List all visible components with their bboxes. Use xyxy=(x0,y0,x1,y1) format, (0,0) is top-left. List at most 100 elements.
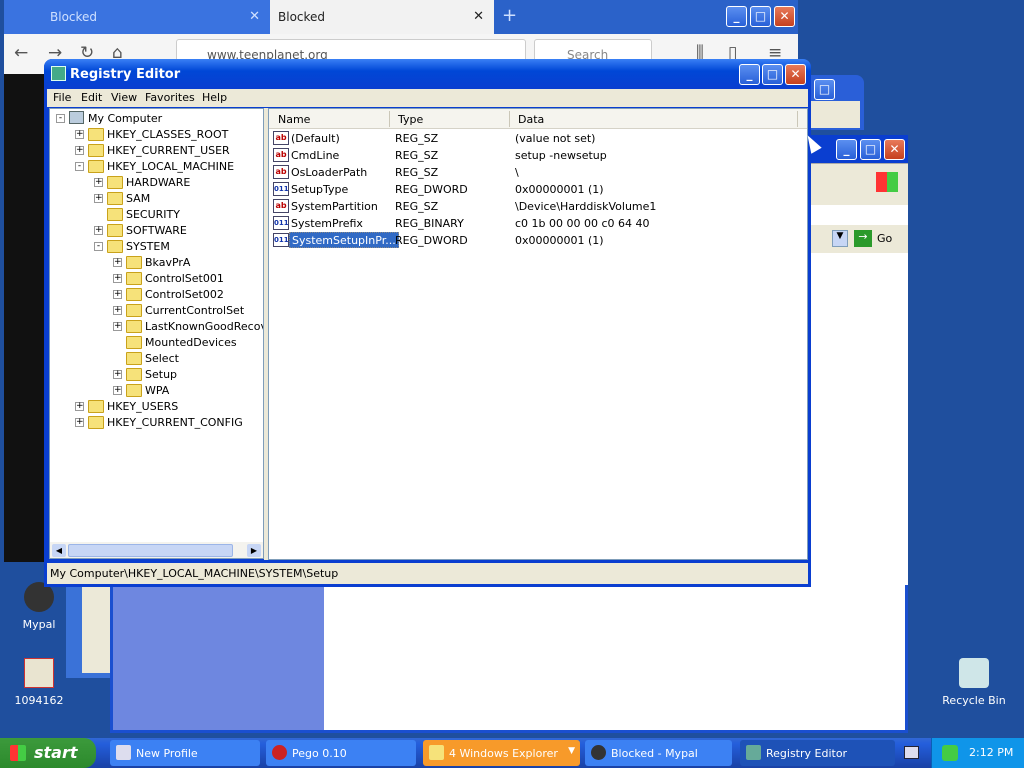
value-row[interactable]: ab OsLoaderPath REG_SZ \ xyxy=(269,164,807,181)
taskbar-button-mypal[interactable]: Blocked - Mypal xyxy=(585,740,732,766)
value-row[interactable]: 011 SystemSetupInPr... REG_DWORD 0x00000001… xyxy=(269,232,807,249)
registry-values-list[interactable]: Name Type Data ab (Default) REG_SZ (value n… xyxy=(268,108,808,560)
clock[interactable]: 2:12 PM xyxy=(969,746,1013,759)
expand-icon[interactable]: + xyxy=(113,290,122,299)
close-button[interactable]: ✕ xyxy=(884,139,905,160)
folder-icon xyxy=(107,208,123,221)
expand-icon[interactable]: + xyxy=(113,306,122,315)
minimize-button[interactable]: _ xyxy=(739,64,760,85)
value-row[interactable]: 011 SetupType REG_DWORD 0x00000001 (1) xyxy=(269,181,807,198)
explorer-titlebar: _ □ ✕ xyxy=(810,135,908,163)
tree-item-label: ControlSet001 xyxy=(145,272,224,285)
go-button[interactable]: Go xyxy=(877,232,892,245)
minimize-button[interactable]: _ xyxy=(726,6,747,27)
folder-icon xyxy=(88,128,104,141)
desktop-icon-recycle-bin[interactable]: Recycle Bin xyxy=(939,658,1009,707)
expand-icon[interactable]: + xyxy=(113,258,122,267)
maximize-button[interactable]: □ xyxy=(762,64,783,85)
new-tab-icon[interactable]: + xyxy=(502,5,517,26)
collapse-icon[interactable]: - xyxy=(94,242,103,251)
folder-icon xyxy=(126,304,142,317)
go-arrow-icon[interactable]: → xyxy=(854,230,872,247)
tree-item-label: MountedDevices xyxy=(145,336,237,349)
folder-icon xyxy=(126,320,142,333)
scroll-left-icon[interactable]: ◀ xyxy=(52,544,66,557)
menu-favorites[interactable]: Favorites xyxy=(145,91,195,104)
expand-icon[interactable]: + xyxy=(75,146,84,155)
folder-icon xyxy=(126,384,142,397)
value-data: 0x00000001 (1) xyxy=(515,183,604,196)
value-name: CmdLine xyxy=(291,149,340,162)
folder-icon xyxy=(126,256,142,269)
expand-icon[interactable]: + xyxy=(94,194,103,203)
scroll-thumb[interactable] xyxy=(68,544,233,557)
expand-icon[interactable]: + xyxy=(94,226,103,235)
column-divider[interactable] xyxy=(797,111,798,127)
scroll-right-icon[interactable]: ▶ xyxy=(247,544,261,557)
value-row[interactable]: 011 SystemPrefix REG_BINARY c0 1b 00 00 00 … xyxy=(269,215,807,232)
binary-value-icon: 011 xyxy=(273,216,289,230)
expand-icon[interactable]: + xyxy=(75,418,84,427)
value-name: SystemPartition xyxy=(291,200,378,213)
expand-icon[interactable]: + xyxy=(94,178,103,187)
tree-item-label: HARDWARE xyxy=(126,176,191,189)
desktop-icon-mypal[interactable]: Mypal xyxy=(4,582,74,631)
browser-tab-1[interactable]: Blocked ✕ xyxy=(4,0,270,34)
menu-view[interactable]: View xyxy=(111,91,137,104)
dropdown-arrow-icon[interactable]: ▼ xyxy=(832,230,848,247)
maximize-button[interactable]: □ xyxy=(750,6,771,27)
maximize-button[interactable]: □ xyxy=(860,139,881,160)
menu-edit[interactable]: Edit xyxy=(81,91,102,104)
expand-icon[interactable]: + xyxy=(113,370,122,379)
close-button[interactable]: ✕ xyxy=(785,64,806,85)
column-type[interactable]: Type xyxy=(398,113,423,126)
expand-icon[interactable]: + xyxy=(113,386,122,395)
close-button[interactable]: ✕ xyxy=(774,6,795,27)
column-data[interactable]: Data xyxy=(518,113,544,126)
expand-icon[interactable]: + xyxy=(113,274,122,283)
pego-icon xyxy=(272,745,287,760)
minimize-button[interactable]: _ xyxy=(836,139,857,160)
network-icon[interactable] xyxy=(942,745,958,761)
registry-titlebar[interactable]: Registry Editor _ □ ✕ xyxy=(44,59,811,89)
taskbar-button-new-profile[interactable]: New Profile xyxy=(110,740,260,766)
collapse-icon[interactable]: - xyxy=(75,162,84,171)
expand-icon[interactable]: + xyxy=(75,402,84,411)
value-row[interactable]: ab (Default) REG_SZ (value not set) xyxy=(269,130,807,147)
close-tab-icon[interactable]: ✕ xyxy=(473,9,484,24)
desktop-icon-file[interactable]: 1094162 xyxy=(4,658,74,707)
horizontal-scrollbar[interactable]: ◀ ▶ xyxy=(50,542,263,558)
menu-file[interactable]: File xyxy=(53,91,71,104)
browser-tab-2[interactable]: Blocked ✕ xyxy=(270,0,494,34)
window-panel xyxy=(82,585,112,673)
tree-item-label: My Computer xyxy=(88,112,163,125)
value-row[interactable]: ab SystemPartition REG_SZ \Device\HarddiskV… xyxy=(269,198,807,215)
tree-item-label: SECURITY xyxy=(126,208,180,221)
collapse-icon[interactable]: - xyxy=(56,114,65,123)
column-divider[interactable] xyxy=(389,111,390,127)
expand-icon[interactable]: + xyxy=(113,322,122,331)
tree-item-label: Setup xyxy=(145,368,178,381)
back-icon[interactable]: ← xyxy=(14,43,28,63)
maximize-button[interactable]: □ xyxy=(814,79,835,100)
taskbar-button-windows-explorer[interactable]: 4 Windows Explorer ▼ xyxy=(423,740,580,766)
taskbar-button-registry-editor[interactable]: Registry Editor xyxy=(740,740,895,766)
expand-icon[interactable]: + xyxy=(75,130,84,139)
file-icon xyxy=(24,658,54,688)
keyboard-icon[interactable] xyxy=(904,746,919,759)
system-tray: 2:12 PM xyxy=(931,738,1024,768)
folder-icon xyxy=(107,224,123,237)
start-button[interactable]: start xyxy=(0,738,96,768)
folder-icon xyxy=(88,400,104,413)
taskbar-button-pego[interactable]: Pego 0.10 xyxy=(266,740,416,766)
column-name[interactable]: Name xyxy=(278,113,310,126)
registry-editor-icon xyxy=(51,66,66,81)
value-row[interactable]: ab CmdLine REG_SZ setup -newsetup xyxy=(269,147,807,164)
menu-help[interactable]: Help xyxy=(202,91,227,104)
value-type: REG_SZ xyxy=(395,200,439,213)
close-tab-icon[interactable]: ✕ xyxy=(249,9,260,24)
registry-tree[interactable]: - My Computer + HKEY_CLASSES_ROOT + HKEY_CURR… xyxy=(49,108,264,559)
taskbar: start New Profile Pego 0.10 4 Windows Ex… xyxy=(0,738,1024,768)
value-type: REG_SZ xyxy=(395,149,439,162)
column-divider[interactable] xyxy=(509,111,510,127)
